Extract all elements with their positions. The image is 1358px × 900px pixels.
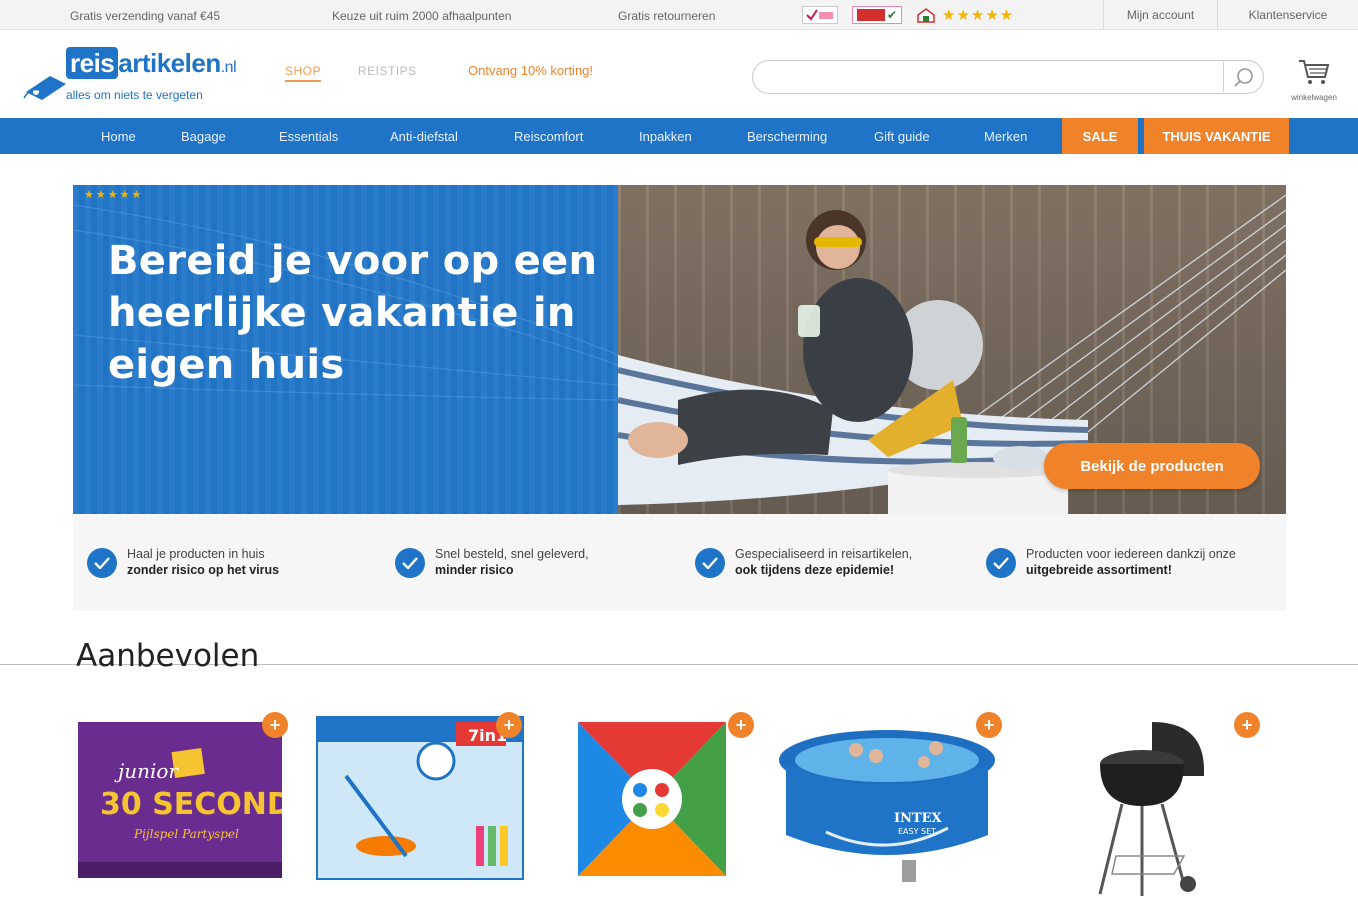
logo-tld: .nl: [220, 59, 237, 76]
search-divider: [1223, 62, 1224, 92]
product-box-title: 30 SECONDS: [100, 787, 282, 822]
add-to-cart-icon[interactable]: +: [262, 712, 288, 738]
logo-tagline: alles om niets te vergeten: [66, 88, 203, 102]
usp-line2: ook tijdens deze epidemie!: [735, 563, 895, 577]
nav-gift-guide[interactable]: Gift guide: [874, 118, 930, 154]
usp-line1: Gespecialiseerd in reisartikelen,: [735, 547, 913, 561]
customer-service-link[interactable]: Klantenservice: [1217, 0, 1358, 30]
logo-artikelen: artikelen: [118, 48, 221, 78]
product-image[interactable]: junior 30 SECONDS Pijlspel Partyspel: [78, 722, 282, 878]
site-logo[interactable]: reis artikelen.nl alles om niets te verge…: [22, 40, 252, 110]
product-image[interactable]: INTEX EASY SET: [776, 710, 998, 886]
nav-merken[interactable]: Merken: [984, 118, 1027, 154]
usp-line2: zonder risico op het virus: [127, 563, 280, 577]
usp-line1: Producten voor iedereen dankzij onze: [1026, 547, 1236, 561]
customer-rating[interactable]: ★★★★★: [916, 6, 1014, 24]
nav-inpakken[interactable]: Inpakken: [639, 118, 692, 154]
product-card-barbecue[interactable]: +: [1036, 706, 1260, 900]
usp-free-shipping: Gratis verzending vanaf €45: [70, 9, 221, 23]
checkmark-icon: [986, 548, 1016, 578]
search-bar: [752, 60, 1264, 94]
product-box-brand: INTEX: [894, 811, 943, 826]
hero-text-panel: Bereid je voor op een heerlijke vakantie…: [73, 185, 618, 514]
usp-item: Producten voor iedereen dankzij onze uitg…: [986, 546, 1236, 578]
thuiswinkel-waarborg-icon[interactable]: ✔: [852, 6, 902, 24]
nav-reiscomfort[interactable]: Reiscomfort: [514, 118, 583, 154]
add-to-cart-icon[interactable]: +: [976, 712, 1002, 738]
top-utility-bar: Gratis verzending vanaf €45 Keuze uit ru…: [0, 0, 1358, 30]
cart-button[interactable]: winkelwagen: [1286, 58, 1342, 102]
nav-bagage[interactable]: Bagage: [181, 118, 226, 154]
rating-stars: ★★★★★: [942, 7, 1015, 24]
checkmark-icon: [395, 548, 425, 578]
product-card-twister-game[interactable]: +: [560, 706, 780, 900]
luggage-tag-icon: [23, 76, 66, 100]
discount-promo-link[interactable]: Ontvang 10% korting!: [468, 63, 593, 78]
nav-home[interactable]: Home: [101, 118, 136, 154]
logo-reis: reis: [66, 47, 119, 79]
nav-reistips[interactable]: REISTIPS: [358, 64, 417, 78]
nav-essentials[interactable]: Essentials: [279, 118, 338, 154]
nav-sale[interactable]: SALE: [1062, 118, 1138, 154]
webshop-keurmerk-icon[interactable]: [802, 6, 838, 24]
usp-pickup-points: Keuze uit ruim 2000 afhaalpunten: [332, 9, 512, 23]
usp-line1: Snel besteld, snel geleverd,: [435, 547, 589, 561]
search-icon[interactable]: [1231, 65, 1257, 91]
product-rating-stars: ★★★★★: [84, 189, 144, 201]
usp-item: Gespecialiseerd in reisartikelen, ook tij…: [695, 546, 912, 578]
search-input[interactable]: [767, 68, 1207, 88]
product-box-junior: junior: [114, 759, 179, 783]
usp-strip: Haal je producten in huis zonder risico o…: [73, 514, 1286, 611]
product-card-junior-30-seconds[interactable]: junior 30 SECONDS Pijlspel Partyspel +: [74, 706, 294, 900]
house-icon: [917, 8, 935, 23]
nav-shop[interactable]: SHOP: [285, 64, 322, 82]
product-image[interactable]: 7in1: [316, 716, 524, 880]
my-account-link[interactable]: Mijn account: [1103, 0, 1217, 30]
site-header: reis artikelen.nl alles om niets te verge…: [0, 30, 1358, 118]
usp-item: Snel besteld, snel geleverd, minder risic…: [395, 546, 589, 578]
shopping-cart-icon: [1299, 60, 1330, 84]
product-image[interactable]: [578, 722, 726, 876]
product-image[interactable]: [1092, 714, 1216, 900]
nav-thuis-vakantie[interactable]: THUIS VAKANTIE: [1144, 118, 1289, 154]
usp-item: Haal je producten in huis zonder risico o…: [87, 546, 279, 578]
add-to-cart-icon[interactable]: +: [496, 712, 522, 738]
product-box-model: EASY SET: [898, 827, 936, 836]
usp-line2: minder risico: [435, 563, 514, 577]
hero-cta-button[interactable]: Bekijk de producten: [1044, 443, 1260, 489]
product-box-subtitle: Pijlspel Partyspel: [133, 827, 239, 841]
nav-anti-diefstal[interactable]: Anti-diefstal: [390, 118, 458, 154]
product-card-7in1-game[interactable]: 7in1 +: [312, 706, 532, 900]
section-title: Aanbevolen: [76, 638, 260, 674]
trust-badges: ✔ ★★★★★: [802, 5, 1014, 25]
hero-banner[interactable]: Bereid je voor op een heerlijke vakantie…: [73, 185, 1286, 514]
hero-headline: Bereid je voor op een heerlijke vakantie…: [108, 238, 598, 388]
usp-line2: uitgebreide assortiment!: [1026, 563, 1172, 577]
checkmark-icon: [87, 548, 117, 578]
usp-free-returns: Gratis retourneren: [618, 9, 716, 23]
usp-line1: Haal je producten in huis: [127, 547, 265, 561]
logo-wordmark: reis artikelen.nl: [66, 47, 237, 79]
cart-label: winkelwagen: [1291, 93, 1337, 102]
add-to-cart-icon[interactable]: +: [728, 712, 754, 738]
nav-bescherming[interactable]: Berscherming: [747, 118, 827, 154]
add-to-cart-icon[interactable]: +: [1234, 712, 1260, 738]
main-navigation: Home Bagage Essentials Anti-diefstal Rei…: [0, 118, 1358, 154]
product-card-intex-pool[interactable]: INTEX EASY SET +: [776, 706, 1002, 900]
checkmark-icon: [695, 548, 725, 578]
